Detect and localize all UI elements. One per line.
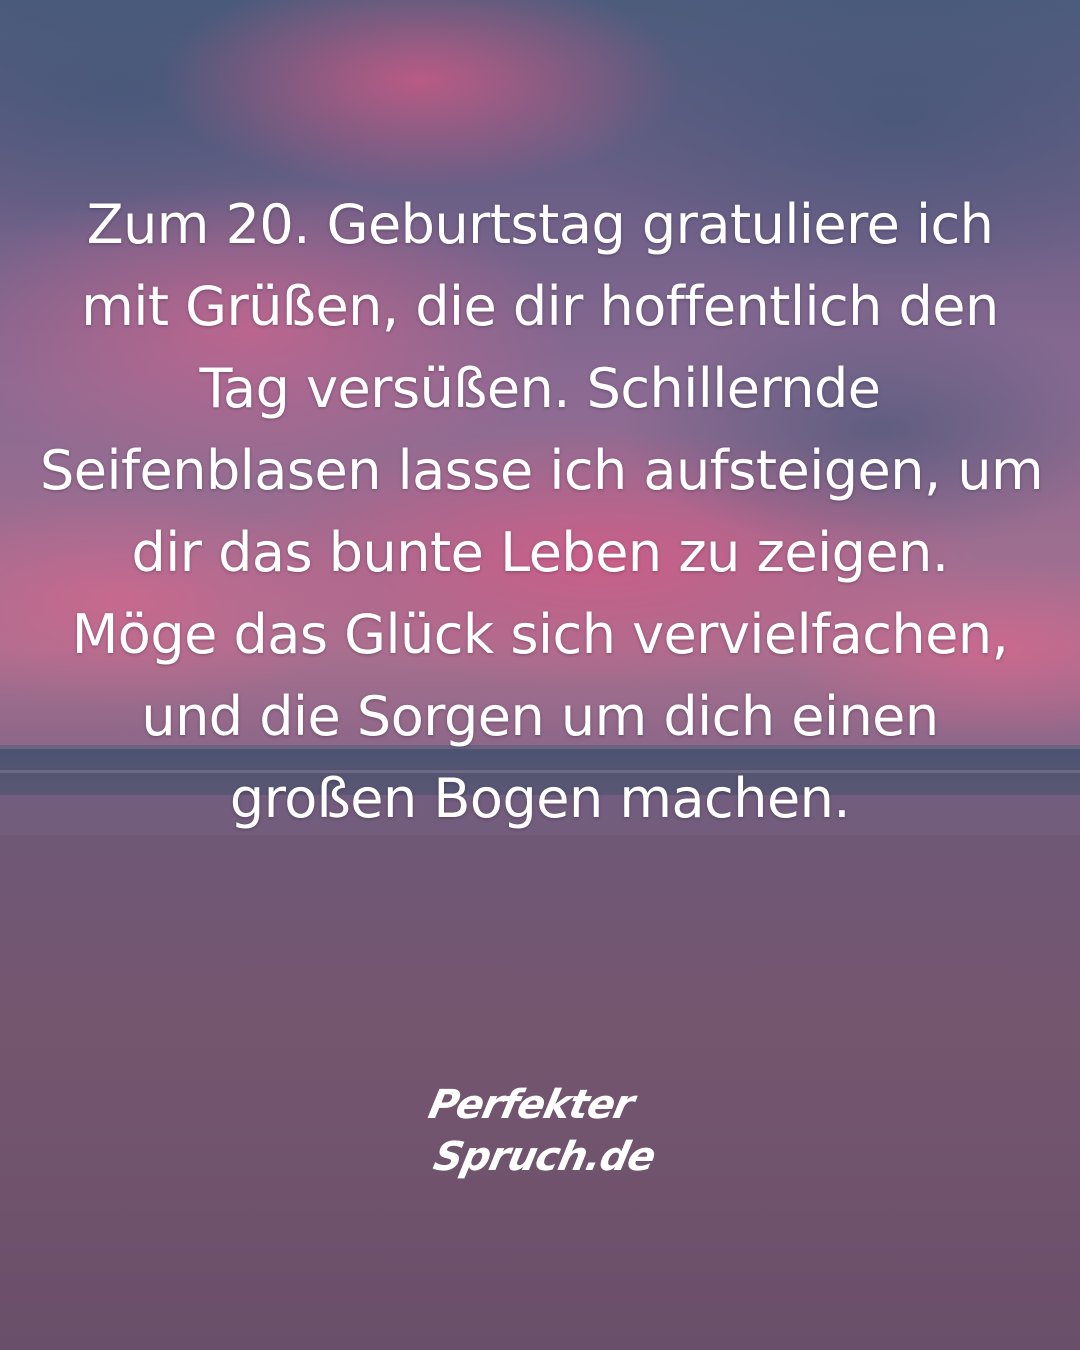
birthday-quote: Zum 20. Geburtstag gratuliere ich mit Gr… <box>40 184 1044 840</box>
quote-line: Tag versüßen. Schillernde <box>199 357 881 420</box>
quote-line: Zum 20. Geburtstag gratuliere ich <box>86 193 994 256</box>
perfektersprucht-logo: Perfekter Spruch.de <box>425 1080 660 1179</box>
quote-line: großen Bogen machen. <box>229 767 851 830</box>
quote-line: Seifenblasen lasse ich aufsteigen, um <box>40 439 1044 502</box>
quote-line: Möge das Glück sich vervielfachen, <box>71 603 1009 666</box>
logo-line-2: Spruch.de <box>430 1132 660 1179</box>
logo-line-1: Perfekter <box>425 1080 642 1127</box>
quote-line: und die Sorgen um dich einen <box>141 685 939 748</box>
quote-card: Zum 20. Geburtstag gratuliere ich mit Gr… <box>0 0 1080 1350</box>
quote-line: dir das bunte Leben zu zeigen. <box>131 521 949 584</box>
quote-line: mit Grüßen, die dir hoffentlich den <box>81 275 999 338</box>
